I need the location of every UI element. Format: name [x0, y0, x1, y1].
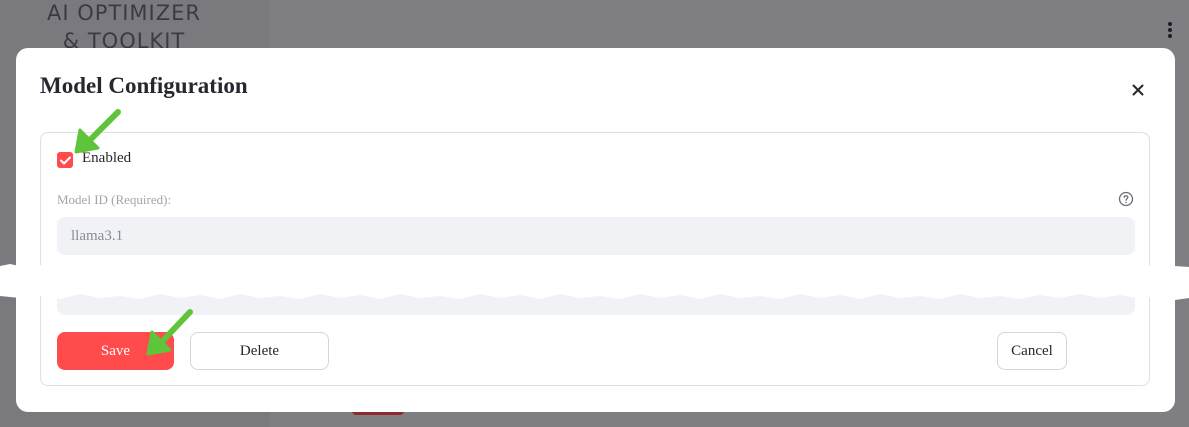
model-id-label: Model ID (Required): [57, 192, 172, 207]
app-logo-line-1: AI OPTIMIZER [46, 1, 201, 25]
cancel-button[interactable]: Cancel [997, 332, 1067, 370]
annotation-arrow-save [146, 309, 193, 356]
help-circle-icon[interactable] [1118, 191, 1134, 207]
close-icon [1132, 84, 1144, 96]
delete-button[interactable]: Delete [190, 332, 329, 370]
dialog-title: Model Configuration [40, 73, 248, 98]
annotation-arrow-checkbox [74, 109, 121, 154]
checkmark-icon [59, 156, 71, 164]
close-button[interactable] [1126, 78, 1150, 102]
model-id-value: llama3.1 [71, 227, 124, 244]
model-id-input[interactable]: llama3.1 [57, 217, 1135, 255]
more-vertical-icon[interactable] [1164, 22, 1176, 40]
